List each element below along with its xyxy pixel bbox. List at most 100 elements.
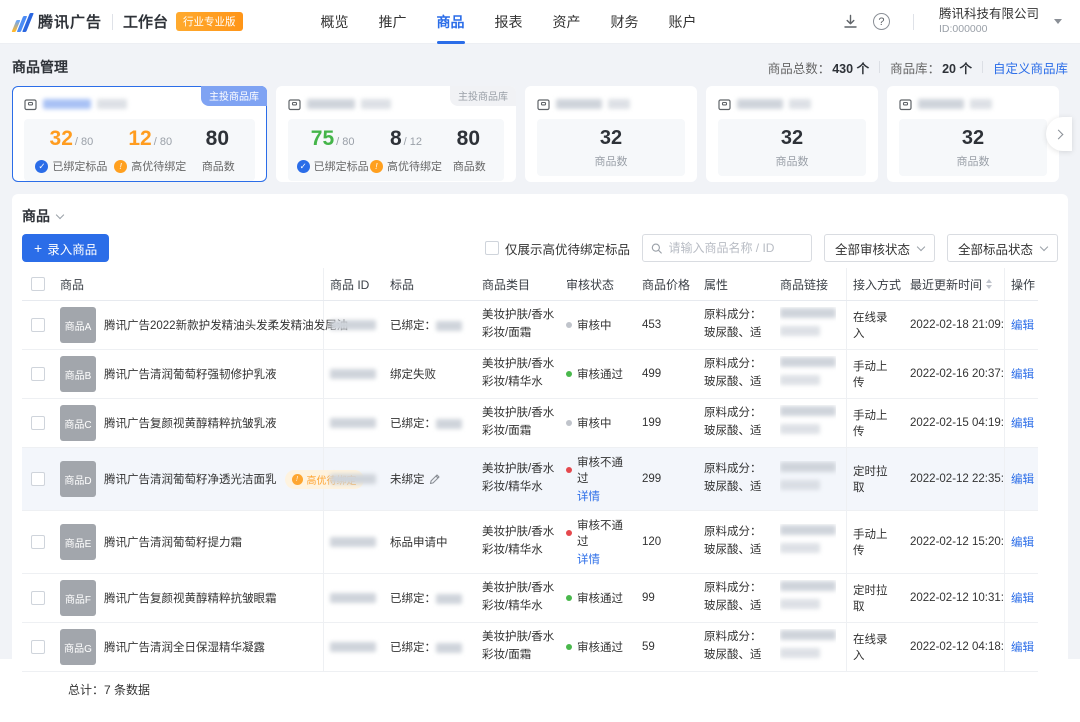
table-row[interactable]: 商品C 腾讯广告复颜视黄醇精粹抗皱乳液 已绑定： 美妆护肤/香水彩妆/面霜 审核… <box>22 399 1038 448</box>
nav-item-报表[interactable]: 报表 <box>495 0 523 44</box>
product-attributes: 原料成分：玻尿酸、适合... <box>704 580 768 616</box>
edit-link[interactable]: 编辑 <box>1011 639 1034 655</box>
carousel-next-button[interactable] <box>1046 117 1072 151</box>
library-card[interactable]: 主投商品库 75/ 80 ✓已绑定标品 8/ 12 !高优待绑定 80 商品数 <box>276 86 516 182</box>
help-icon[interactable]: ? <box>873 13 890 30</box>
nav-item-概览[interactable]: 概览 <box>321 0 349 44</box>
access-mode: 手动上传 <box>853 526 898 558</box>
detail-link[interactable]: 详情 <box>577 491 600 503</box>
audit-status-select[interactable]: 全部审核状态 <box>824 234 935 262</box>
edit-link[interactable]: 编辑 <box>1011 366 1034 382</box>
library-name-suffix-redacted <box>608 99 630 109</box>
row-checkbox[interactable] <box>31 640 45 654</box>
panel-title: 商品 <box>22 206 50 226</box>
row-checkbox[interactable] <box>31 318 45 332</box>
product-name: 腾讯广告复颜视黄醇精粹抗皱眼霜 <box>104 590 277 606</box>
access-mode: 在线录入 <box>853 631 898 663</box>
access-mode: 手动上传 <box>853 358 898 390</box>
nav-item-财务[interactable]: 财务 <box>611 0 639 44</box>
product-name: 腾讯广告清润葡萄籽强韧修护乳液 <box>104 366 277 382</box>
stat-bound: 32/ 80 ✓已绑定标品 <box>32 127 111 174</box>
thumbnail-label: 商品A <box>65 318 92 333</box>
row-checkbox[interactable] <box>31 591 45 605</box>
col-category: 商品类目 <box>476 268 560 300</box>
library-card[interactable]: 32 商品数 <box>887 86 1059 182</box>
screen: 腾讯广告 工作台 行业专业版 概览推广商品报表资产财务账户 ? 腾讯科技有限公司… <box>0 0 1080 722</box>
library-card-stats: 32 商品数 <box>899 119 1047 176</box>
nav-item-推广[interactable]: 推广 <box>379 0 407 44</box>
library-name-suffix-redacted <box>97 99 127 109</box>
library-card[interactable]: 32 商品数 <box>706 86 878 182</box>
product-count-label: 商品数 <box>726 153 858 169</box>
stat-label: 已绑定标品 <box>52 158 107 174</box>
product-category: 美妆护肤/香水彩妆/精华水 <box>482 461 556 497</box>
library-card[interactable]: 主投商品库 32/ 80 ✓已绑定标品 12/ 80 !高优待绑定 80 商品数 <box>12 86 267 182</box>
download-icon[interactable] <box>842 13 860 31</box>
row-checkbox[interactable] <box>31 472 45 486</box>
account-info[interactable]: 腾讯科技有限公司 ID:000000 <box>939 7 1039 36</box>
select-all-checkbox[interactable] <box>31 277 45 291</box>
edit-link[interactable]: 编辑 <box>1011 534 1034 550</box>
audit-status-dot <box>566 371 572 377</box>
detail-link[interactable]: 详情 <box>577 554 600 566</box>
search-input[interactable] <box>668 241 803 255</box>
library-icon <box>718 98 731 111</box>
sku-name-redacted <box>436 594 462 604</box>
table-row[interactable]: 商品G 腾讯广告清润全日保湿精华凝露 已绑定： 美妆护肤/香水彩妆/面霜 审核通… <box>22 623 1038 672</box>
sku-bound: 已绑定： <box>390 639 462 655</box>
table-row[interactable]: 商品E 腾讯广告清润葡萄籽提力霜 标品申请中 美妆护肤/香水彩妆/精华水 审核不… <box>22 511 1038 574</box>
table-row[interactable]: 商品F 腾讯广告复颜视黄醇精粹抗皱眼霜 已绑定： 美妆护肤/香水彩妆/精华水 审… <box>22 574 1038 623</box>
audit-status-text: 审核通过 <box>577 366 623 382</box>
col-sku: 标品 <box>384 268 476 300</box>
add-product-button[interactable]: + 录入商品 <box>22 234 109 262</box>
edition-badge: 行业专业版 <box>176 12 243 31</box>
table-row[interactable]: 商品B 腾讯广告清润葡萄籽强韧修护乳液 绑定失败 美妆护肤/香水彩妆/精华水 审… <box>22 350 1038 399</box>
nav-item-资产[interactable]: 资产 <box>553 0 581 44</box>
hot-only-checkbox[interactable] <box>485 241 499 255</box>
library-card[interactable]: 32 商品数 <box>525 86 697 182</box>
toolbar: + 录入商品 仅展示高优待绑定标品 全部审核状态 <box>22 232 1058 264</box>
edit-pencil-icon[interactable] <box>429 474 440 485</box>
library-name-redacted <box>43 99 91 109</box>
account-caret-icon[interactable] <box>1054 19 1062 24</box>
row-checkbox[interactable] <box>31 535 45 549</box>
nav-item-商品[interactable]: 商品 <box>437 0 465 44</box>
stat-total: / 12 <box>404 136 422 148</box>
stat-icon: ✓ <box>297 160 310 173</box>
sort-icon[interactable] <box>986 279 992 289</box>
row-checkbox[interactable] <box>31 416 45 430</box>
account-name: 腾讯科技有限公司 <box>939 7 1039 23</box>
col-updated-time[interactable]: 最近更新时间 <box>904 268 1004 300</box>
product-price: 299 <box>642 473 661 485</box>
custom-library-link[interactable]: 自定义商品库 <box>993 58 1068 77</box>
product-id-redacted <box>330 642 376 652</box>
library-card-header <box>537 96 685 112</box>
edit-link[interactable]: 编辑 <box>1011 471 1034 487</box>
header-checkbox-cell <box>22 268 54 300</box>
product-category: 美妆护肤/香水彩妆/面霜 <box>482 629 556 665</box>
edit-link[interactable]: 编辑 <box>1011 590 1034 606</box>
tencent-ads-logo-icon[interactable] <box>14 12 30 32</box>
table-row[interactable]: 商品A 腾讯广告2022新款护发精油头发柔发精油发尾油 已绑定： 美妆护肤/香水… <box>22 301 1038 350</box>
nav-item-账户[interactable]: 账户 <box>669 0 697 44</box>
row-checkbox[interactable] <box>31 367 45 381</box>
plus-icon: + <box>34 241 42 255</box>
product-thumbnail: 商品A <box>60 307 96 343</box>
edit-link[interactable]: 编辑 <box>1011 415 1034 431</box>
updated-time: 2022-02-18 21:09:3 <box>910 319 1004 331</box>
brand-name[interactable]: 腾讯广告 <box>38 11 102 32</box>
sku-status-select[interactable]: 全部标品状态 <box>947 234 1058 262</box>
panel-title-row: 商品 <box>22 204 1058 228</box>
table-row[interactable]: 商品D 腾讯广告清润葡萄籽净透光洁面乳 !高优待绑定 未绑定 美妆护肤/香水彩妆… <box>22 448 1038 511</box>
workspace-label[interactable]: 工作台 <box>123 11 168 32</box>
product-count-label: 商品数 <box>545 153 677 169</box>
main-nav: 概览推广商品报表资产财务账户 <box>321 0 697 44</box>
product-search[interactable] <box>642 234 812 262</box>
product-attributes: 原料成分：玻尿酸、适合... <box>704 461 768 497</box>
updated-time: 2022-02-12 04:18:5 <box>910 641 1004 653</box>
product-link-redacted <box>780 524 836 560</box>
sku-name-redacted <box>436 419 462 429</box>
chevron-down-icon[interactable] <box>56 210 64 218</box>
edit-link[interactable]: 编辑 <box>1011 317 1034 333</box>
hot-only-filter[interactable]: 仅展示高优待绑定标品 <box>485 239 630 258</box>
